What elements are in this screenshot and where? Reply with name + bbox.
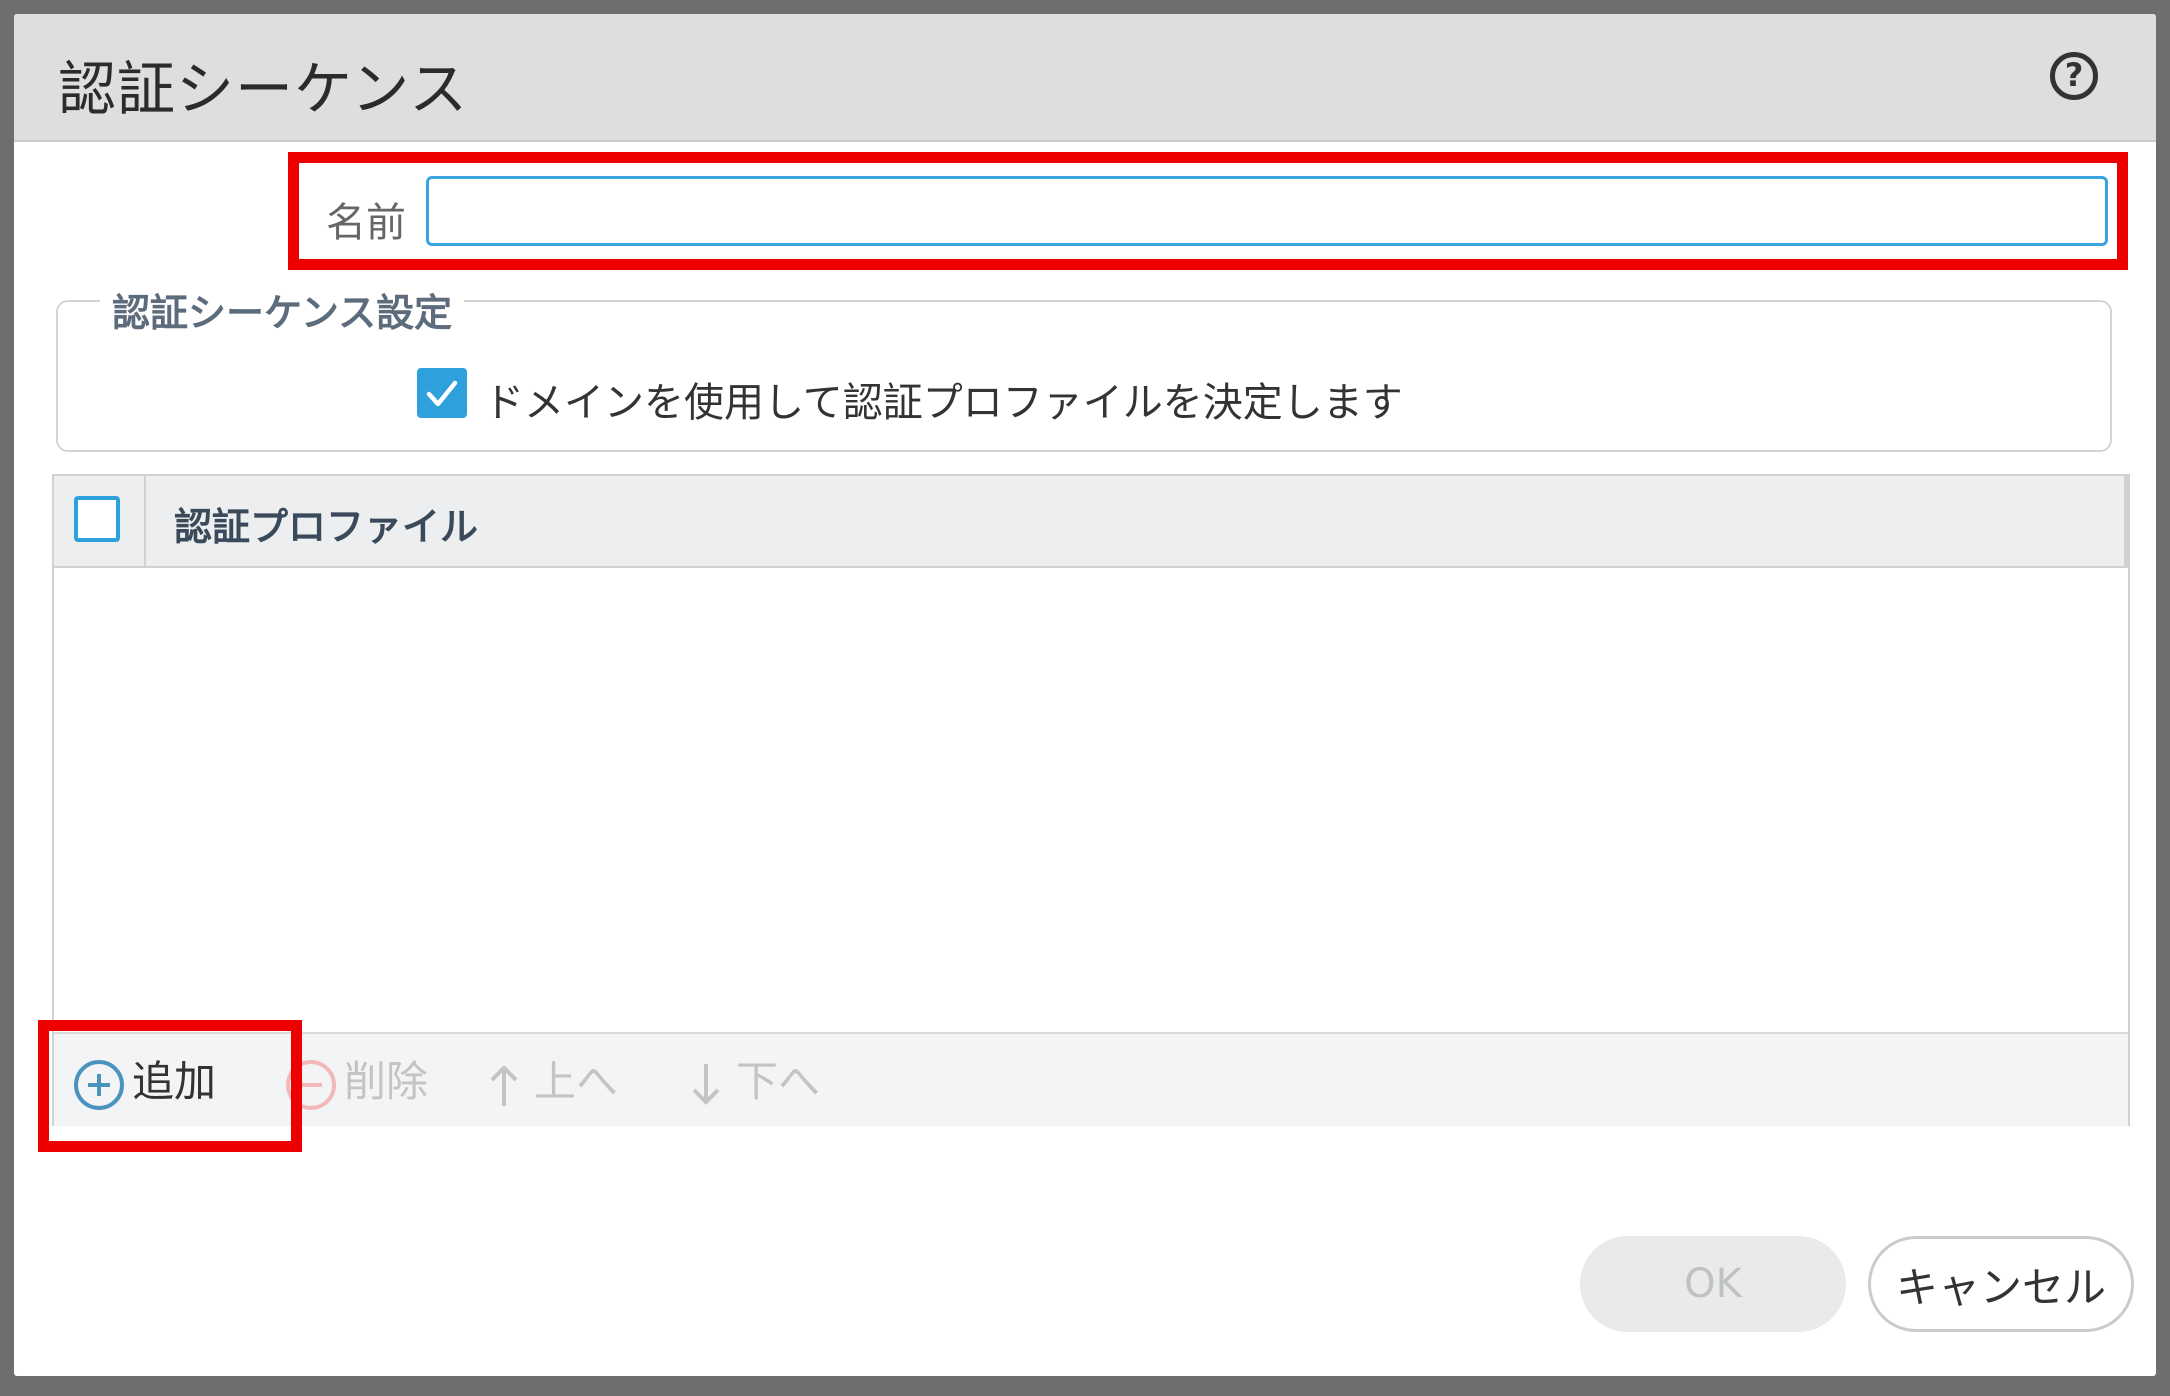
delete-button-label: 削除 [344, 1057, 429, 1106]
arrow-up-icon [490, 1064, 518, 1106]
select-all-cell [54, 476, 146, 566]
select-all-checkbox[interactable] [74, 496, 120, 542]
sequence-settings-legend: 認証シーケンス設定 [100, 282, 465, 337]
auth-sequence-dialog: 認証シーケンス ? 名前 認証シーケンス設定 ドメインを使用して認証プロファイル… [14, 14, 2156, 1376]
column-header-auth-profile[interactable]: 認証プロファイル [174, 496, 478, 551]
name-label: 名前 [326, 200, 406, 246]
arrow-down-icon [692, 1063, 720, 1105]
auth-profile-table: 認証プロファイル 追加 削除 上へ 下へ [52, 474, 2130, 1126]
use-domain-checkbox[interactable] [417, 368, 467, 418]
table-header: 認証プロファイル [54, 476, 2128, 568]
table-toolbar: 追加 削除 上へ 下へ [54, 1032, 2128, 1126]
move-up-label: 上へ [534, 1057, 619, 1106]
minus-circle-icon [286, 1059, 336, 1110]
add-button-label: 追加 [132, 1057, 217, 1106]
move-down-label: 下へ [736, 1057, 821, 1106]
delete-button[interactable]: 削除 [286, 1054, 428, 1110]
name-input[interactable] [426, 176, 2108, 246]
column-resize-handle[interactable] [2124, 476, 2128, 566]
use-domain-checkbox-label[interactable]: ドメインを使用して認証プロファイルを決定します [484, 370, 1403, 428]
help-icon[interactable]: ? [2050, 52, 2098, 100]
dialog-title: 認証シーケンス [58, 55, 469, 123]
ok-button[interactable]: OK [1580, 1236, 1846, 1332]
checkmark-icon [426, 380, 458, 407]
dialog-titlebar: 認証シーケンス ? [14, 14, 2156, 142]
add-button[interactable]: 追加 [74, 1054, 216, 1110]
plus-circle-icon [74, 1059, 124, 1110]
cancel-button[interactable]: キャンセル [1868, 1236, 2134, 1332]
move-up-button[interactable]: 上へ [482, 1054, 618, 1110]
move-down-button[interactable]: 下へ [684, 1054, 820, 1110]
